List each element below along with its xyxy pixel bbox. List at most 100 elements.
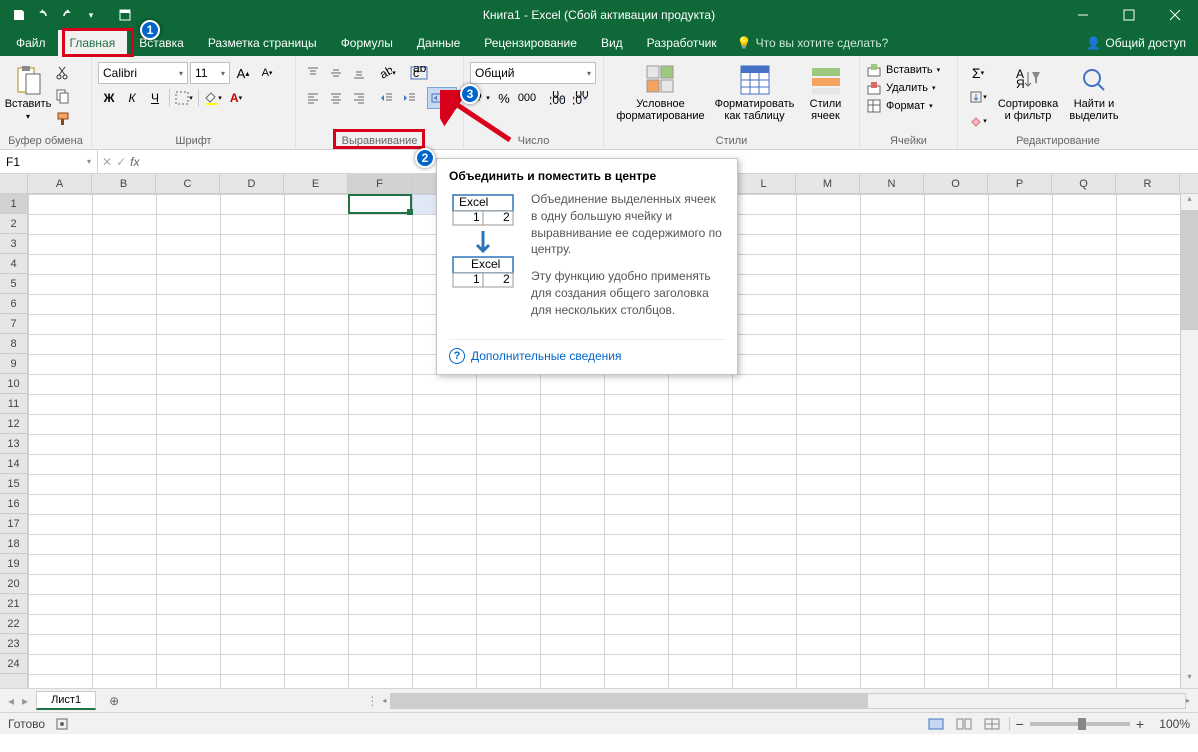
clear-icon[interactable]: ▾ <box>964 110 992 132</box>
zoom-out-button[interactable]: − <box>1016 716 1024 732</box>
align-middle-icon[interactable] <box>325 62 347 84</box>
zoom-slider[interactable] <box>1030 722 1130 726</box>
row-header[interactable]: 17 <box>0 514 27 534</box>
comma-style-icon[interactable]: 000 <box>516 87 538 109</box>
horizontal-scrollbar[interactable]: ◂ ▸ <box>382 693 1190 709</box>
align-top-icon[interactable] <box>302 62 324 84</box>
autosum-icon[interactable]: Σ▾ <box>964 62 992 84</box>
column-header[interactable]: Q <box>1052 174 1116 193</box>
column-header[interactable]: B <box>92 174 156 193</box>
close-button[interactable] <box>1152 0 1198 30</box>
increase-indent-icon[interactable] <box>399 87 421 109</box>
zoom-level[interactable]: 100% <box>1150 717 1190 731</box>
tab-view[interactable]: Вид <box>589 30 635 56</box>
save-icon[interactable] <box>8 4 30 26</box>
column-header[interactable]: M <box>796 174 860 193</box>
macro-record-icon[interactable] <box>55 717 69 731</box>
sort-filter-button[interactable]: АЯ Сортировка и фильтр <box>994 62 1062 124</box>
row-header[interactable]: 2 <box>0 214 27 234</box>
tab-page-layout[interactable]: Разметка страницы <box>196 30 329 56</box>
maximize-button[interactable] <box>1106 0 1152 30</box>
increase-font-icon[interactable]: A▴ <box>232 62 254 84</box>
tooltip-more-info-link[interactable]: ? Дополнительные сведения <box>449 339 725 364</box>
share-button[interactable]: 👤 Общий доступ <box>1074 30 1198 56</box>
column-header[interactable]: N <box>860 174 924 193</box>
tab-developer[interactable]: Разработчик <box>635 30 729 56</box>
row-header[interactable]: 6 <box>0 294 27 314</box>
row-header[interactable]: 3 <box>0 234 27 254</box>
find-select-button[interactable]: Найти и выделить <box>1064 62 1124 124</box>
column-header[interactable]: F <box>348 174 412 193</box>
align-right-icon[interactable] <box>348 87 370 109</box>
column-header[interactable]: R <box>1116 174 1180 193</box>
vertical-scrollbar[interactable]: ▴ ▾ <box>1180 194 1198 688</box>
merge-center-button[interactable]: ▾ <box>427 87 457 109</box>
format-cells-button[interactable]: Формат▾ <box>866 98 940 114</box>
decrease-decimal-icon[interactable]: ,00,0 <box>569 87 591 109</box>
redo-icon[interactable] <box>56 4 78 26</box>
font-color-icon[interactable]: A▾ <box>225 87 247 109</box>
font-size-combo[interactable]: 11▾ <box>190 62 230 84</box>
undo-icon[interactable] <box>32 4 54 26</box>
bold-button[interactable]: Ж <box>98 87 120 109</box>
align-left-icon[interactable] <box>302 87 324 109</box>
borders-icon[interactable]: ▾ <box>173 87 195 109</box>
fill-color-icon[interactable]: ▾ <box>202 87 224 109</box>
row-header[interactable]: 8 <box>0 334 27 354</box>
row-header[interactable]: 23 <box>0 634 27 654</box>
delete-cells-button[interactable]: Удалить▾ <box>866 80 940 96</box>
column-header[interactable]: O <box>924 174 988 193</box>
row-header[interactable]: 9 <box>0 354 27 374</box>
row-header[interactable]: 21 <box>0 594 27 614</box>
align-bottom-icon[interactable] <box>348 62 370 84</box>
tab-review[interactable]: Рецензирование <box>472 30 589 56</box>
row-header[interactable]: 11 <box>0 394 27 414</box>
fill-icon[interactable]: ▾ <box>964 86 992 108</box>
column-header[interactable]: D <box>220 174 284 193</box>
orientation-icon[interactable]: ab▾ <box>376 62 398 84</box>
minimize-button[interactable] <box>1060 0 1106 30</box>
number-format-combo[interactable]: Общий▾ <box>470 62 596 84</box>
insert-cells-button[interactable]: Вставить▾ <box>866 62 940 78</box>
zoom-in-button[interactable]: + <box>1136 716 1144 732</box>
sheet-nav-prev-icon[interactable]: ◂ <box>8 694 14 708</box>
row-header[interactable]: 4 <box>0 254 27 274</box>
percent-icon[interactable]: % <box>493 87 515 109</box>
normal-view-icon[interactable] <box>925 715 947 733</box>
row-header[interactable]: 16 <box>0 494 27 514</box>
format-painter-icon[interactable] <box>52 108 74 130</box>
row-header[interactable]: 20 <box>0 574 27 594</box>
row-header[interactable]: 14 <box>0 454 27 474</box>
column-header[interactable]: L <box>732 174 796 193</box>
sheet-tab[interactable]: Лист1 <box>36 691 96 710</box>
tab-home[interactable]: Главная <box>58 30 128 56</box>
enter-formula-icon[interactable]: ✓ <box>116 155 126 169</box>
column-header[interactable]: A <box>28 174 92 193</box>
row-header[interactable]: 19 <box>0 554 27 574</box>
row-header[interactable]: 10 <box>0 374 27 394</box>
row-header[interactable]: 13 <box>0 434 27 454</box>
tab-data[interactable]: Данные <box>405 30 472 56</box>
paste-button[interactable]: Вставить ▾ <box>6 62 50 123</box>
row-header[interactable]: 5 <box>0 274 27 294</box>
tab-file[interactable]: Файл <box>4 30 58 56</box>
cut-icon[interactable] <box>52 62 74 84</box>
format-as-table-button[interactable]: Форматировать как таблицу <box>711 62 799 124</box>
decrease-indent-icon[interactable] <box>376 87 398 109</box>
row-header[interactable]: 7 <box>0 314 27 334</box>
tab-insert[interactable]: Вставка <box>127 30 196 56</box>
font-name-combo[interactable]: Calibri▾ <box>98 62 188 84</box>
cell-styles-button[interactable]: Стили ячеек <box>801 62 851 124</box>
column-header[interactable]: P <box>988 174 1052 193</box>
tab-formulas[interactable]: Формулы <box>329 30 405 56</box>
page-layout-view-icon[interactable] <box>953 715 975 733</box>
sheet-nav-next-icon[interactable]: ▸ <box>22 694 28 708</box>
increase-decimal-icon[interactable]: ,0,00 <box>546 87 568 109</box>
cancel-formula-icon[interactable]: ✕ <box>102 155 112 169</box>
decrease-font-icon[interactable]: A▾ <box>256 62 278 84</box>
wrap-text-icon[interactable]: abc <box>404 62 434 84</box>
column-header[interactable]: E <box>284 174 348 193</box>
row-header[interactable]: 12 <box>0 414 27 434</box>
select-all-corner[interactable] <box>0 174 28 194</box>
row-header[interactable]: 22 <box>0 614 27 634</box>
